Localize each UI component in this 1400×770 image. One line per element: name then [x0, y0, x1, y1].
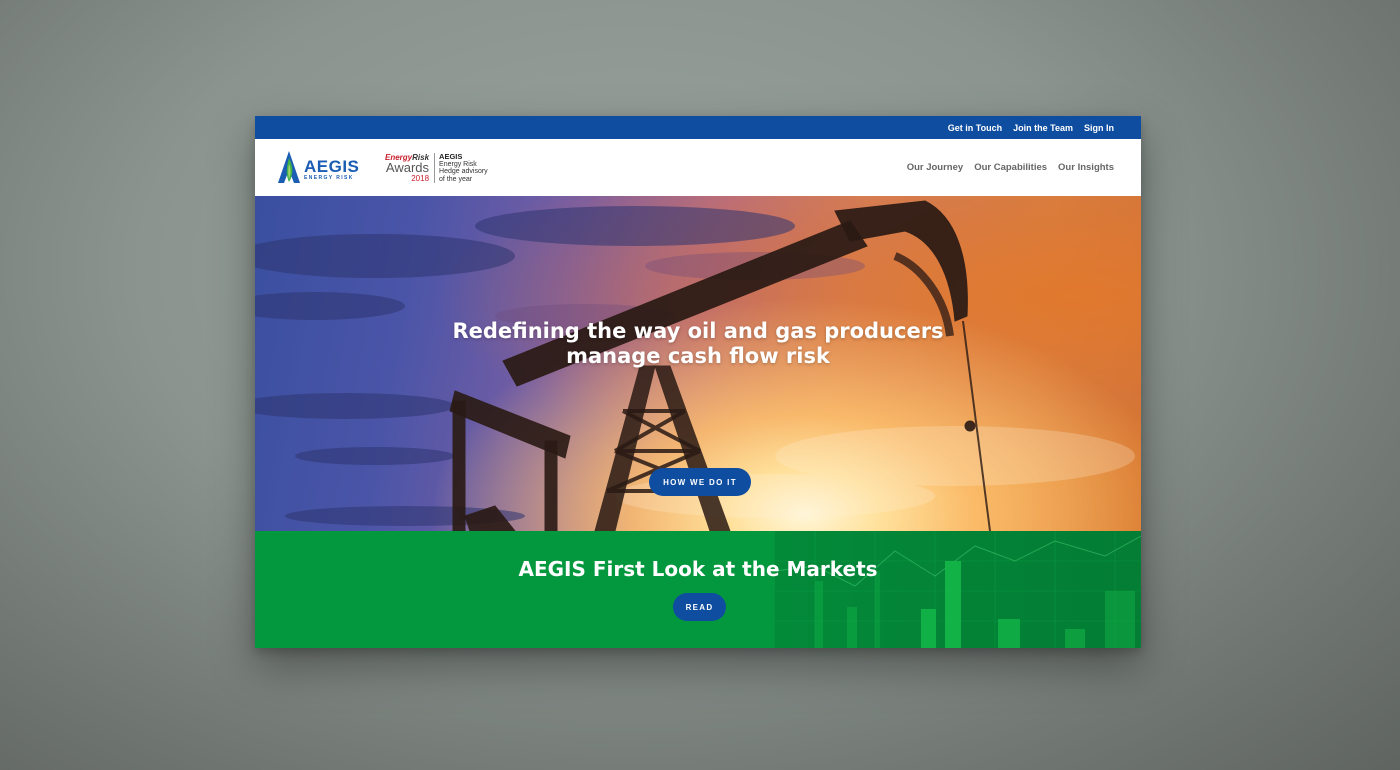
browser-window: Get in Touch Join the Team Sign In AEGIS…	[255, 116, 1141, 648]
site-header: AEGIS ENERGY RISK EnergyRisk Awards 2018…	[255, 139, 1141, 196]
hero-title: Redefining the way oil and gas producers…	[452, 319, 944, 368]
award-awards-text: Awards	[385, 160, 430, 175]
nav-our-insights[interactable]: Our Insights	[1058, 162, 1114, 173]
aegis-flame-icon	[277, 150, 301, 189]
award-line-2: Energy Risk	[439, 160, 477, 168]
how-we-do-it-button[interactable]: HOW WE DO IT	[649, 468, 751, 496]
aegis-logo[interactable]: AEGIS ENERGY RISK	[277, 150, 359, 189]
logo-name: AEGIS	[304, 156, 360, 176]
sign-in-link[interactable]: Sign In	[1084, 123, 1114, 133]
award-year: 2018	[411, 174, 430, 183]
nav-our-journey[interactable]: Our Journey	[907, 162, 964, 173]
award-line-4: of the year	[439, 175, 473, 183]
award-line-3: Hedge advisory	[439, 168, 488, 175]
energy-risk-award-badge: EnergyRisk Awards 2018 AEGIS Energy Risk…	[385, 153, 488, 183]
hero-section: Redefining the way oil and gas producers…	[255, 196, 1141, 531]
stock-chart-background-image	[255, 531, 1141, 648]
get-in-touch-link[interactable]: Get in Touch	[948, 123, 1002, 133]
logo-subtitle: ENERGY RISK	[304, 174, 354, 181]
nav-our-capabilities[interactable]: Our Capabilities	[974, 162, 1047, 173]
utility-bar: Get in Touch Join the Team Sign In	[255, 116, 1141, 139]
join-the-team-link[interactable]: Join the Team	[1013, 123, 1073, 133]
main-nav: Our Journey Our Capabilities Our Insight…	[907, 162, 1114, 173]
read-button[interactable]: READ	[673, 593, 726, 621]
first-look-section: AEGIS First Look at the Markets READ	[255, 531, 1141, 648]
award-line-1: AEGIS	[439, 152, 463, 161]
markets-title: AEGIS First Look at the Markets	[518, 557, 878, 581]
